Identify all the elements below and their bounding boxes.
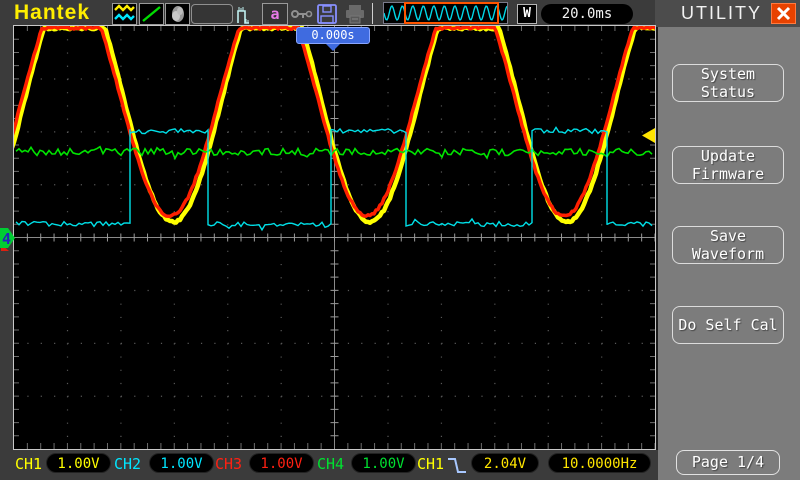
page-indicator-button[interactable]: Page 1/4 [676,450,780,475]
toolbar-divider [372,3,373,24]
print-button[interactable] [343,3,368,25]
empty-tool-slot[interactable] [191,4,233,24]
menu-panel-header: UTILITY [655,0,800,27]
waveform-display [9,24,658,450]
hand-icon [172,6,184,22]
ch4-scale-readout[interactable]: 1.00V [351,453,416,473]
diagonal-line-icon [142,6,161,22]
window-mode-button[interactable]: W [517,4,537,24]
ch2-scale-readout[interactable]: 1.00V [149,453,214,473]
waveform-display-mode-button[interactable] [112,3,137,25]
pulse-icon [237,7,249,24]
printer-icon [346,5,364,24]
system-status-button[interactable]: System Status [672,64,784,102]
do-self-cal-button[interactable]: Do Self Cal [672,306,784,344]
close-icon [776,6,791,21]
horizontal-position-marker[interactable]: 0.000s [296,27,370,44]
pulse-measure-button[interactable] [236,3,260,25]
ch1-label[interactable]: CH1 [15,455,42,473]
trigger-source-label[interactable]: CH1 [417,455,444,473]
letter-a-label: a [270,5,280,23]
trigger-level-marker[interactable] [642,128,655,143]
oscilloscope-screen: { "header": { "logo": "Hantek", "window_… [0,0,800,480]
brand-logo: Hantek [14,1,91,24]
dual-wave-icon [114,4,135,21]
channel4-position-marker[interactable]: 4 [0,227,16,253]
horizontal-position-pointer [326,44,340,51]
trigger-falling-edge-icon[interactable] [445,453,469,477]
trigger-frequency-readout[interactable]: 10.0000Hz [548,453,651,473]
overview-window-selection[interactable] [404,2,499,24]
save-button[interactable] [315,3,340,25]
key-icon [291,10,313,18]
save-waveform-button[interactable]: Save Waveform [672,226,784,264]
timebase-readout[interactable]: 20.0ms [541,4,633,24]
waveform-overview-strip[interactable] [383,2,508,24]
close-menu-button[interactable] [771,3,796,24]
channel4-marker-label: 4 [2,230,11,248]
lock-key-button[interactable] [290,3,314,25]
menu-title: UTILITY [681,3,763,23]
utility-menu-sidebar: System Status Update Firmware Save Wavef… [658,27,800,480]
vector-draw-mode-button[interactable] [139,3,164,25]
window-mode-label: W [523,6,531,21]
ch3-scale-readout[interactable]: 1.00V [249,453,314,473]
autoset-text-button[interactable]: a [262,3,288,25]
scope-graticule-and-traces [9,24,658,449]
ch3-label[interactable]: CH3 [215,455,242,473]
ch2-label[interactable]: CH2 [114,455,141,473]
channel-status-bar: CH1 1.00V CH2 1.00V CH3 1.00V CH4 1.00V … [0,450,658,480]
trigger-level-readout[interactable]: 2.04V [471,453,539,473]
hand-pan-button[interactable] [165,3,190,25]
ch1-scale-readout[interactable]: 1.00V [46,453,111,473]
ch4-label[interactable]: CH4 [317,455,344,473]
update-firmware-button[interactable]: Update Firmware [672,146,784,184]
floppy-disk-icon [317,4,337,24]
